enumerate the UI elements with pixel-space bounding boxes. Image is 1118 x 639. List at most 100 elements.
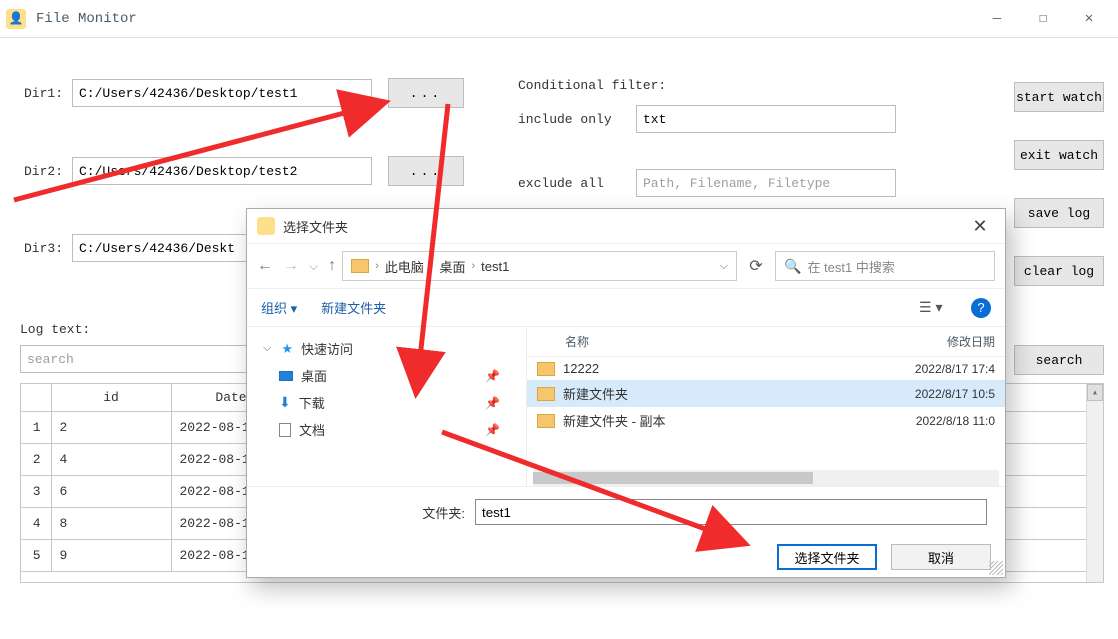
table-cell: 8 — [51, 508, 171, 540]
folder-icon — [351, 259, 369, 273]
help-icon[interactable]: ? — [971, 298, 991, 318]
nav-quick-label: 快速访问 — [301, 339, 353, 358]
col-id[interactable]: id — [51, 384, 171, 412]
select-folder-button[interactable]: 选择文件夹 — [777, 544, 877, 570]
pin-icon: 📌 — [485, 423, 500, 437]
nav-up-icon[interactable]: ↑ — [328, 257, 336, 275]
dialog-close-button[interactable]: ✕ — [965, 214, 995, 238]
new-folder-button[interactable]: 新建文件夹 — [321, 298, 386, 317]
pin-icon: 📌 — [485, 369, 500, 383]
file-item[interactable]: 新建文件夹 - 副本2022/8/18 11:0 — [527, 407, 1005, 434]
organize-menu[interactable]: 组织 ▾ — [261, 298, 297, 317]
app-icon: 👤 — [6, 9, 26, 29]
search-icon: 🔍 — [784, 258, 801, 275]
nav-downloads[interactable]: ⬇ 下载 📌 — [259, 389, 514, 416]
save-log-button[interactable]: save log — [1014, 198, 1104, 228]
document-icon — [279, 423, 291, 437]
nav-arrows: ← → ⌵ ↑ — [257, 257, 336, 275]
table-cell: 3 — [21, 476, 51, 508]
dir1-label: Dir1: — [20, 86, 72, 101]
dir2-input[interactable] — [72, 157, 372, 185]
crumb-sep-icon: › — [430, 260, 434, 272]
minimize-button[interactable]: — — [974, 4, 1020, 34]
crumb-dropdown-icon[interactable]: ⌵ — [720, 260, 728, 273]
nav-desktop-label: 桌面 — [301, 366, 327, 385]
crumb-sep-icon: › — [375, 260, 379, 272]
download-icon: ⬇ — [279, 394, 291, 411]
dir2-label: Dir2: — [20, 164, 72, 179]
table-cell: 4 — [51, 444, 171, 476]
log-search-button[interactable]: search — [1014, 345, 1104, 375]
chevron-down-icon: ⌵ — [263, 342, 271, 355]
nav-quick-access[interactable]: ⌵ ★ 快速访问 — [259, 335, 514, 362]
folder-dialog: 选择文件夹 ✕ ← → ⌵ ↑ › 此电脑 › 桌面 › test1 ⌵ ⟳ 🔍… — [246, 208, 1006, 578]
nav-recent-icon[interactable]: ⌵ — [309, 259, 318, 274]
refresh-button[interactable]: ⟳ — [743, 253, 769, 279]
nav-downloads-label: 下载 — [299, 393, 325, 412]
file-pane: 名称 修改日期 122222022/8/17 17:4新建文件夹2022/8/1… — [527, 327, 1005, 486]
side-buttons: start watch exit watch save log clear lo… — [1014, 82, 1104, 286]
table-cell: 5 — [21, 540, 51, 572]
file-date: 2022/8/17 10:5 — [875, 387, 995, 401]
resize-grip[interactable] — [989, 561, 1003, 575]
include-input[interactable] — [636, 105, 896, 133]
include-label: include only — [518, 112, 626, 127]
start-watch-button[interactable]: start watch — [1014, 82, 1104, 112]
filelist-date-header[interactable]: 修改日期 — [875, 333, 995, 350]
dialog-search[interactable]: 🔍 在 test1 中搜索 — [775, 251, 995, 281]
cancel-button[interactable]: 取消 — [891, 544, 991, 570]
file-name: 12222 — [563, 361, 875, 376]
file-item[interactable]: 新建文件夹2022/8/17 10:5 — [527, 380, 1005, 407]
file-name: 新建文件夹 - 副本 — [563, 411, 875, 430]
close-button[interactable]: ✕ — [1066, 4, 1112, 34]
nav-pane: ⌵ ★ 快速访问 桌面 📌 ⬇ 下载 📌 文档 📌 — [247, 327, 527, 486]
log-scrollbar[interactable]: ▴ — [1086, 384, 1103, 582]
breadcrumb[interactable]: › 此电脑 › 桌面 › test1 ⌵ — [342, 251, 737, 281]
table-cell: 9 — [51, 540, 171, 572]
filelist-name-header[interactable]: 名称 — [537, 333, 875, 350]
crumb-desktop[interactable]: 桌面 — [439, 257, 465, 276]
maximize-button[interactable]: ☐ — [1020, 4, 1066, 34]
crumb-pc[interactable]: 此电脑 — [385, 257, 424, 276]
pin-icon: 📌 — [485, 396, 500, 410]
col-rownum[interactable] — [21, 384, 51, 412]
dir1-browse-button[interactable]: ... — [388, 78, 464, 108]
table-cell: 1 — [21, 412, 51, 444]
exit-watch-button[interactable]: exit watch — [1014, 140, 1104, 170]
exclude-input[interactable] — [636, 169, 896, 197]
table-cell: 4 — [21, 508, 51, 540]
view-options-icon[interactable]: ☰ ▾ — [919, 297, 947, 319]
folder-icon — [537, 387, 555, 401]
desktop-icon — [279, 371, 293, 381]
window-buttons: — ☐ ✕ — [974, 4, 1112, 34]
scroll-up-icon[interactable]: ▴ — [1087, 384, 1103, 401]
exclude-label: exclude all — [518, 176, 626, 191]
folder-field[interactable] — [475, 499, 987, 525]
folder-icon — [537, 362, 555, 376]
file-date: 2022/8/18 11:0 — [875, 414, 995, 428]
file-item[interactable]: 122222022/8/17 17:4 — [527, 357, 1005, 380]
folder-icon — [537, 414, 555, 428]
nav-documents[interactable]: 文档 📌 — [259, 416, 514, 443]
table-cell: 6 — [51, 476, 171, 508]
file-name: 新建文件夹 — [563, 384, 875, 403]
dir3-label: Dir3: — [20, 241, 72, 256]
nav-desktop[interactable]: 桌面 📌 — [259, 362, 514, 389]
dialog-search-placeholder: 在 test1 中搜索 — [807, 257, 894, 276]
table-cell: 2 — [51, 412, 171, 444]
dir1-input[interactable] — [72, 79, 372, 107]
dialog-title: 选择文件夹 — [283, 217, 965, 236]
filter-heading: Conditional filter: — [518, 78, 898, 93]
titlebar: 👤 File Monitor — ☐ ✕ — [0, 0, 1118, 38]
table-cell: 2 — [21, 444, 51, 476]
dir2-browse-button[interactable]: ... — [388, 156, 464, 186]
nav-back-icon[interactable]: ← — [257, 257, 273, 275]
window-title: File Monitor — [36, 11, 974, 27]
dialog-icon — [257, 217, 275, 235]
filelist-hscroll[interactable] — [533, 470, 999, 486]
crumb-test1[interactable]: test1 — [481, 259, 509, 274]
clear-log-button[interactable]: clear log — [1014, 256, 1104, 286]
file-date: 2022/8/17 17:4 — [875, 362, 995, 376]
nav-documents-label: 文档 — [299, 420, 325, 439]
nav-forward-icon[interactable]: → — [283, 257, 299, 275]
